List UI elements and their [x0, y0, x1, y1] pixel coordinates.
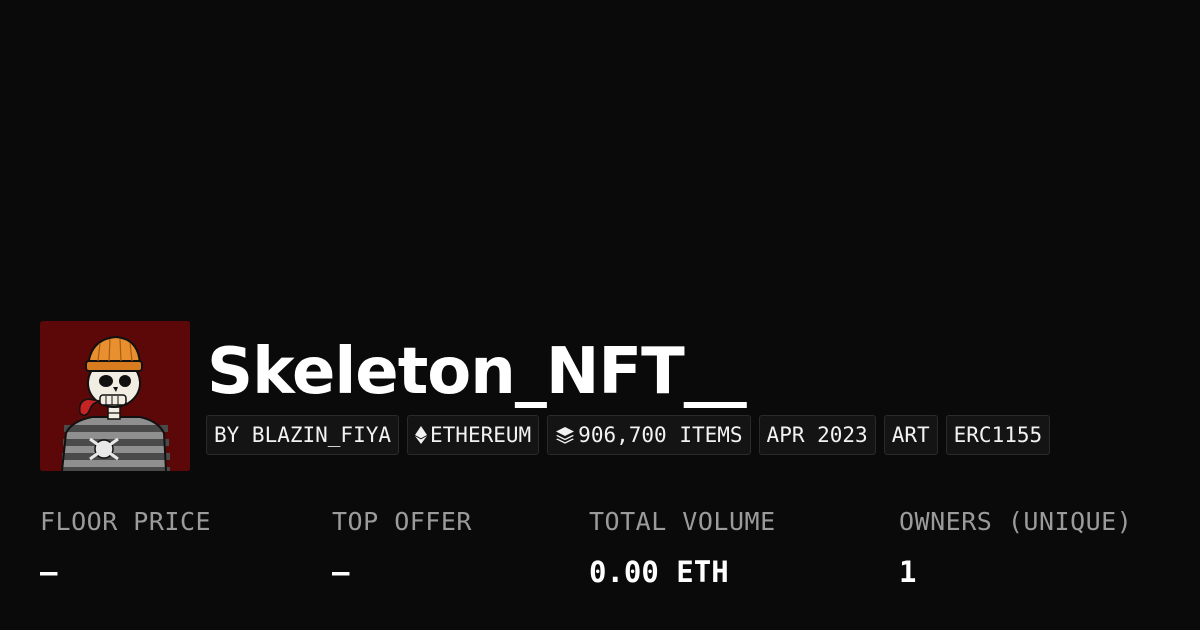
top-offer-value: – [332, 555, 350, 589]
owners-value: 1 [899, 555, 917, 589]
category-tag-label: ART [891, 423, 930, 447]
date-tag-label: APR 2023 [766, 423, 868, 447]
floor-price-value: – [40, 555, 58, 589]
collection-avatar [40, 321, 190, 471]
owners-stat: OWNERS (UNIQUE) 1 [899, 505, 1132, 589]
category-tag[interactable]: ART [883, 415, 938, 455]
items-tag[interactable]: 906,700 ITEMS [547, 415, 751, 455]
date-tag: APR 2023 [758, 415, 876, 455]
creator-tag-label: BY BLAZIN_FIYA [214, 423, 392, 447]
chain-tag[interactable]: ETHEREUM [407, 415, 540, 455]
total-volume-label: TOTAL VOLUME [589, 507, 776, 536]
top-offer-label: TOP OFFER [332, 507, 472, 536]
standard-tag: ERC1155 [945, 415, 1051, 455]
ethereum-icon [415, 426, 428, 444]
total-volume-stat: TOTAL VOLUME 0.00 ETH [589, 505, 776, 589]
floor-price-label: FLOOR PRICE [40, 507, 212, 536]
collection-title: Skeleton_NFT__ [207, 335, 747, 409]
floor-price-stat: FLOOR PRICE – [40, 505, 211, 589]
chain-tag-label: ETHEREUM [430, 423, 532, 447]
standard-tag-label: ERC1155 [953, 423, 1043, 447]
creator-tag[interactable]: BY BLAZIN_FIYA [206, 415, 400, 455]
skeleton-avatar-image [40, 321, 190, 471]
total-volume-value: 0.00 ETH [589, 555, 729, 589]
owners-label: OWNERS (UNIQUE) [899, 507, 1133, 536]
collection-tags: BY BLAZIN_FIYA ETHEREUM 906,700 ITEMS AP… [206, 415, 1051, 455]
items-tag-label: 906,700 ITEMS [578, 423, 743, 447]
top-offer-stat: TOP OFFER – [332, 505, 472, 589]
layers-icon [556, 427, 575, 444]
